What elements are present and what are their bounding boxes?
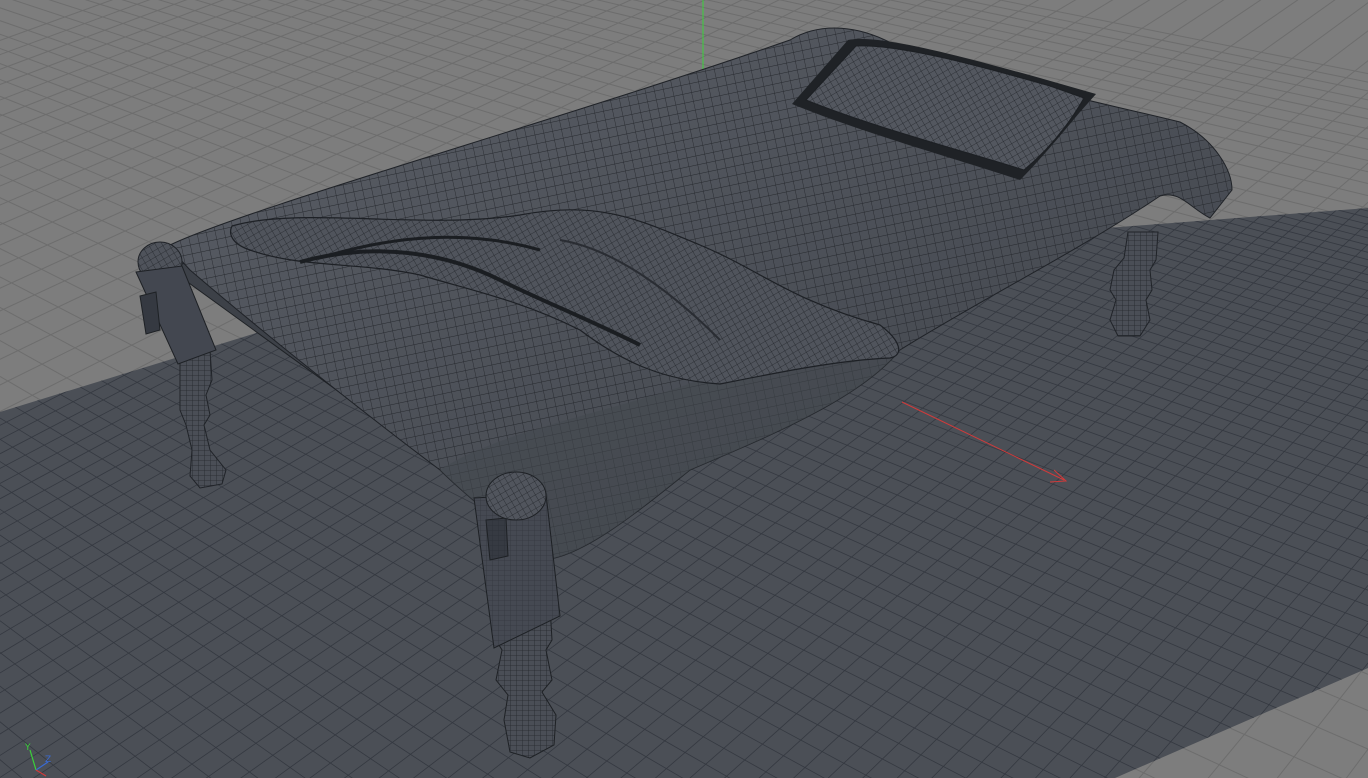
viewport-canvas[interactable]: Y Z [0,0,1368,778]
3d-viewport[interactable]: Y Z [0,0,1368,778]
gizmo-z-label: Z [45,755,51,765]
gizmo-y-label: Y [24,743,31,753]
